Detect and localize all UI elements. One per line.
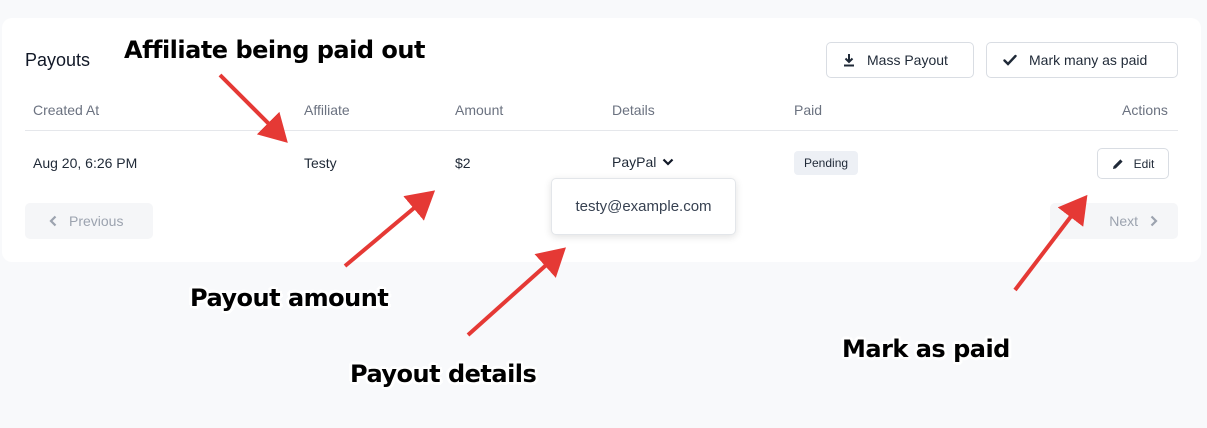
mass-payout-label: Mass Payout	[867, 52, 948, 68]
previous-label: Previous	[69, 213, 124, 229]
next-label: Next	[1109, 213, 1138, 229]
mark-many-paid-button[interactable]: Mark many as paid	[986, 42, 1178, 78]
previous-page-button[interactable]: Previous	[25, 203, 153, 239]
details-dropdown[interactable]: PayPal	[612, 154, 674, 170]
column-header-details: Details	[612, 102, 655, 118]
card-title: Payouts	[25, 50, 91, 70]
download-icon	[844, 54, 854, 67]
column-header-amount: Amount	[455, 102, 504, 118]
arrow-details	[466, 247, 566, 337]
column-header-created-at: Created At	[33, 102, 100, 118]
edit-label: Edit	[1133, 156, 1155, 171]
annotation-amount: Payout amount	[190, 284, 389, 312]
mass-payout-button[interactable]: Mass Payout	[826, 42, 974, 78]
cell-created-at: Aug 20, 6:26 PM	[33, 155, 138, 171]
next-page-button[interactable]: Next	[1050, 203, 1178, 239]
check-icon	[1003, 54, 1017, 66]
status-badge: Pending	[794, 151, 859, 175]
pencil-icon	[1112, 158, 1123, 169]
annotation-details: Payout details	[350, 360, 537, 388]
column-header-affiliate: Affiliate	[304, 102, 350, 118]
mark-many-paid-label: Mark many as paid	[1029, 52, 1148, 68]
cell-amount: $2	[455, 155, 471, 171]
chevron-right-icon	[1150, 215, 1158, 227]
annotation-affiliate: Affiliate being paid out	[124, 36, 425, 64]
chevron-left-icon	[49, 215, 57, 227]
column-header-paid: Paid	[794, 102, 823, 118]
column-header-actions: Actions	[1122, 102, 1168, 118]
payout-email: testy@example.com	[575, 198, 712, 215]
cell-affiliate: Testy	[304, 155, 337, 171]
annotation-mark-paid: Mark as paid	[842, 335, 1010, 363]
details-label: PayPal	[612, 154, 657, 170]
header-divider	[25, 130, 1178, 131]
details-popover: testy@example.com	[551, 178, 736, 235]
chevron-down-icon	[663, 158, 674, 166]
edit-button[interactable]: Edit	[1097, 148, 1169, 179]
